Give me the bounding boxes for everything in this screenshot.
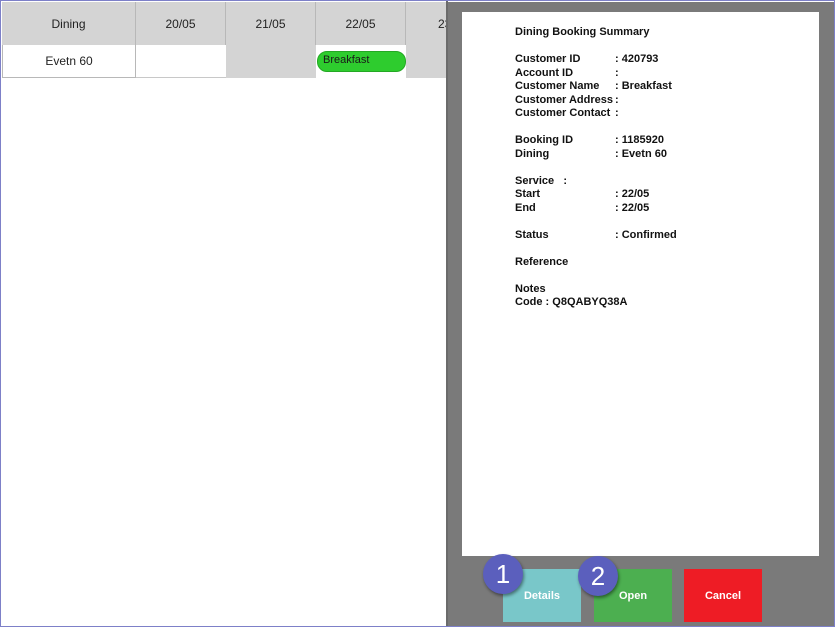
details-panel: Dining Booking Summary Customer ID : 4207… bbox=[448, 2, 834, 626]
field-value: : bbox=[615, 93, 619, 106]
field-label: Customer ID bbox=[515, 53, 581, 65]
header-dining[interactable]: Dining bbox=[2, 2, 136, 45]
callout-badge-1: 1 bbox=[483, 554, 523, 594]
header-date-23[interactable]: 23 bbox=[406, 2, 446, 45]
summary-text: Dining Booking Summary Customer ID : 4207… bbox=[515, 26, 677, 310]
field-value: : Confirmed bbox=[615, 228, 677, 241]
field-end: End : 22/05 bbox=[515, 202, 649, 216]
field-dining: Dining : Evetn 60 bbox=[515, 147, 667, 162]
field-booking-id: Booking ID : 1185920 bbox=[515, 134, 664, 148]
field-label: Dining bbox=[515, 147, 550, 160]
field-customer-id: Customer ID : 420793 bbox=[515, 53, 658, 67]
field-label: Code : Q8QABYQ38A bbox=[515, 296, 628, 308]
field-value: : bbox=[615, 107, 619, 119]
field-reference: Reference bbox=[515, 256, 649, 270]
app-window: Dining 20/05 21/05 22/05 23 Evetn 60 Bre… bbox=[0, 0, 835, 627]
field-label: Account ID bbox=[515, 66, 574, 79]
field-label: Notes bbox=[515, 282, 546, 295]
header-date-20-05[interactable]: 20/05 bbox=[136, 2, 226, 45]
field-value: : 22/05 bbox=[615, 201, 650, 214]
field-customer-name: Customer Name : Breakfast bbox=[515, 80, 672, 94]
field-start: Start : 22/05 bbox=[515, 188, 649, 202]
field-customer-address: Customer Address: bbox=[515, 94, 649, 108]
field-label: End bbox=[515, 201, 536, 214]
header-date-22-05[interactable]: 22/05 bbox=[316, 2, 406, 45]
booking-grid: Dining 20/05 21/05 22/05 23 Evetn 60 Bre… bbox=[2, 2, 446, 626]
booking-summary: Dining Booking Summary Customer ID : 4207… bbox=[462, 12, 819, 556]
field-code: Code : Q8QABYQ38A bbox=[515, 296, 649, 310]
field-label: Status bbox=[515, 228, 549, 241]
row-dining-name[interactable]: Evetn 60 bbox=[2, 45, 136, 78]
callout-badge-2: 2 bbox=[578, 556, 618, 596]
booking-breakfast[interactable]: Breakfast bbox=[317, 51, 406, 72]
field-label: Start bbox=[515, 188, 541, 200]
field-value: : bbox=[615, 66, 619, 79]
field-account-id: Account ID: bbox=[515, 67, 649, 81]
field-label: Customer Address bbox=[515, 93, 614, 106]
slot-23[interactable] bbox=[406, 45, 446, 78]
slot-21-05[interactable] bbox=[226, 45, 316, 78]
grid-header-row: Dining 20/05 21/05 22/05 23 bbox=[2, 2, 446, 45]
field-notes: Notes bbox=[515, 283, 649, 297]
slot-20-05[interactable] bbox=[136, 45, 226, 78]
field-label: Service : bbox=[515, 174, 567, 187]
summary-title: Dining Booking Summary bbox=[515, 26, 650, 38]
field-label: Customer Name bbox=[515, 80, 600, 92]
field-service: Service : bbox=[515, 175, 649, 189]
field-value: : 22/05 bbox=[615, 188, 650, 200]
field-label: Booking ID bbox=[515, 134, 574, 146]
field-value: : 420793 bbox=[615, 53, 659, 65]
header-date-21-05[interactable]: 21/05 bbox=[226, 2, 316, 45]
field-value: : Breakfast bbox=[615, 80, 672, 92]
field-label: Customer Contact bbox=[515, 107, 611, 119]
field-value: : 1185920 bbox=[615, 134, 664, 146]
field-customer-contact: Customer Contact: bbox=[515, 107, 649, 121]
field-status: Status : Confirmed bbox=[515, 228, 677, 243]
cancel-button[interactable]: Cancel bbox=[684, 569, 762, 622]
field-label: Reference bbox=[515, 255, 569, 268]
field-value: : Evetn 60 bbox=[615, 147, 667, 160]
